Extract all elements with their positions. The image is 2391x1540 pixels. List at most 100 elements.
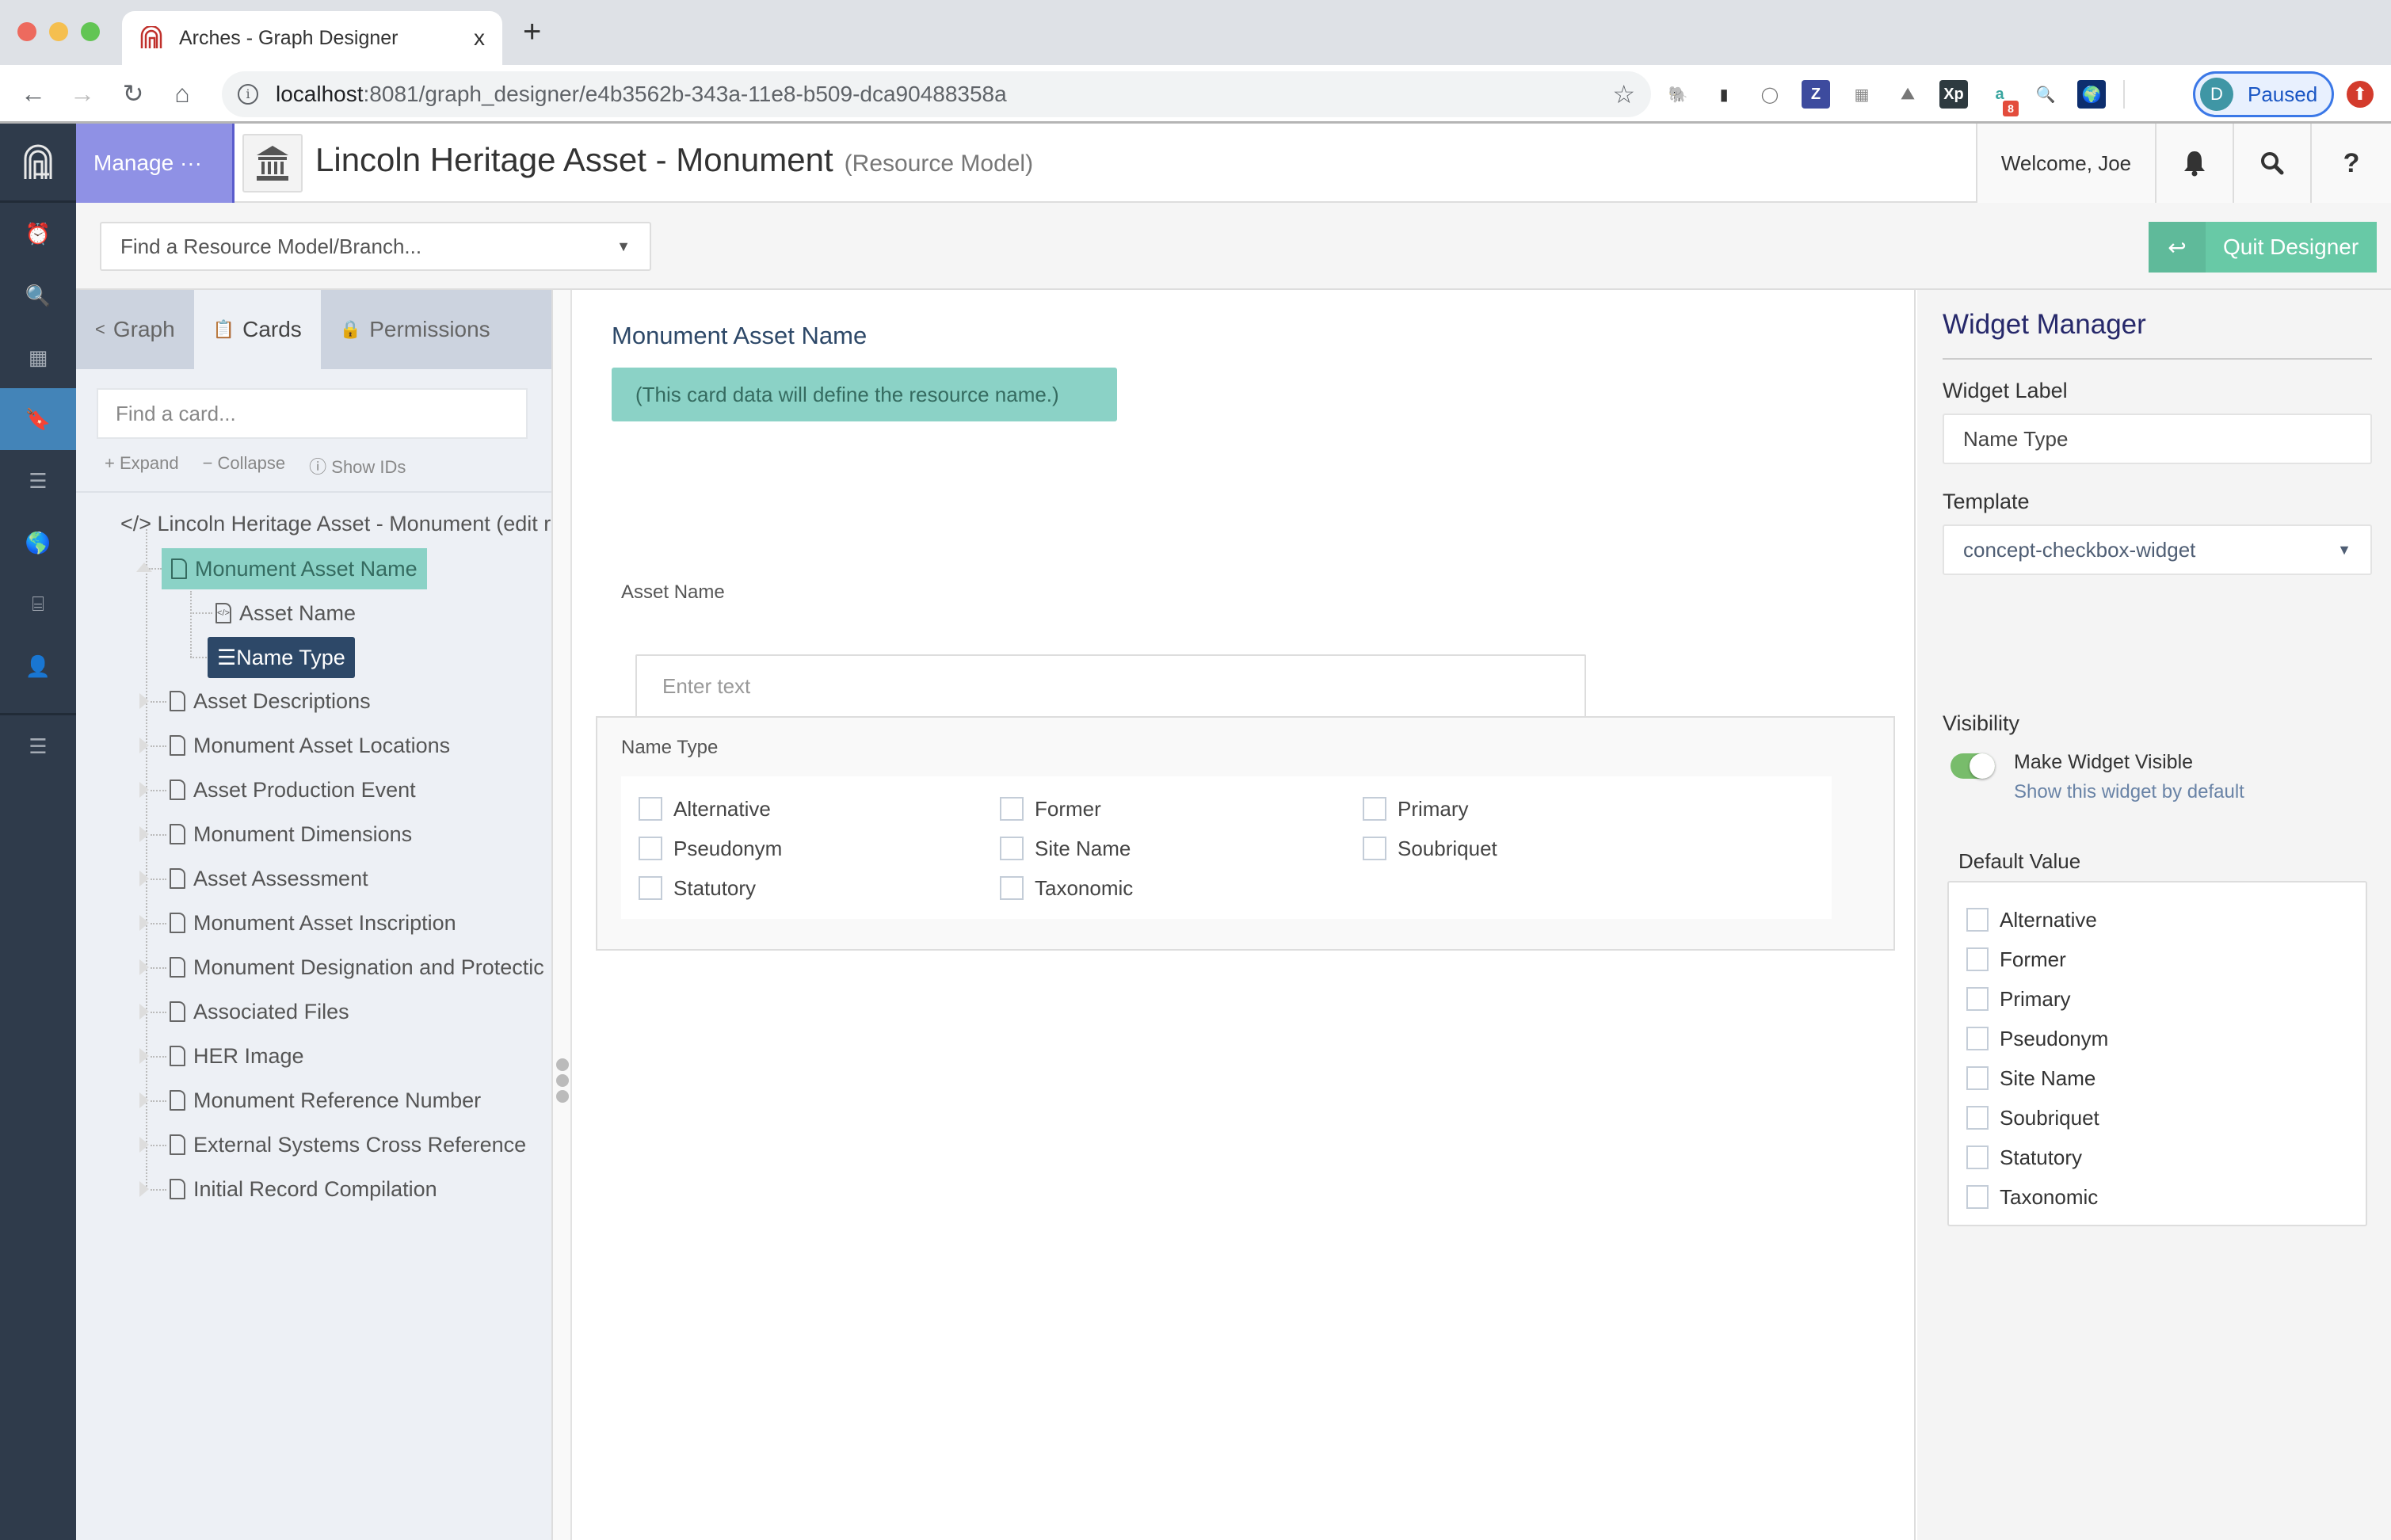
site-info-icon[interactable]: i: [238, 84, 258, 105]
close-tab-icon[interactable]: x: [474, 25, 485, 51]
tree-node-card[interactable]: Asset Assessment: [170, 859, 368, 898]
default-checkbox-former[interactable]: Former: [1966, 940, 2366, 979]
tree-node-card[interactable]: Asset Descriptions: [170, 681, 371, 721]
tab-permissions[interactable]: 🔒 Permissions: [321, 290, 509, 369]
help-button[interactable]: ?: [2310, 124, 2391, 203]
tree-node-card[interactable]: Asset Production Event: [170, 770, 416, 810]
visibility-toggle[interactable]: [1951, 753, 1995, 779]
menu-lines-icon[interactable]: ☰: [0, 715, 76, 777]
checkbox-primary[interactable]: Primary: [1363, 789, 1726, 829]
checkbox-site-name[interactable]: Site Name: [1000, 829, 1363, 868]
asset-name-input[interactable]: Enter text: [635, 654, 1586, 718]
checkbox-box[interactable]: [1000, 837, 1024, 860]
tab-graph[interactable]: < Graph: [76, 290, 194, 369]
checkbox-box[interactable]: [1966, 987, 1989, 1011]
quit-designer-button[interactable]: ↩ Quit Designer: [2149, 222, 2377, 273]
checkbox-box[interactable]: [1966, 908, 1989, 932]
welcome-user-button[interactable]: Welcome, Joe: [1976, 124, 2155, 203]
expand-caret-icon[interactable]: [139, 738, 149, 753]
manage-menu-button[interactable]: Manage ···: [76, 124, 235, 203]
tree-node-widget[interactable]: </> Asset Name: [215, 593, 356, 634]
left-nav-item-clock[interactable]: ⏰: [0, 203, 76, 265]
name-type-widget[interactable]: Name Type Alternative Former Primary Pseudo…: [596, 716, 1895, 951]
tree-node-card[interactable]: Initial Record Compilation: [170, 1169, 437, 1209]
checkbox-box[interactable]: [1966, 1185, 1989, 1209]
tree-node-selected-widget[interactable]: ☰ Name Type: [208, 637, 355, 678]
tree-node-card[interactable]: Monument Reference Number: [170, 1081, 481, 1120]
checkbox-box[interactable]: [1966, 947, 1989, 971]
tree-node-card[interactable]: Monument Asset Inscription: [170, 903, 456, 943]
left-nav-item-search[interactable]: 🔍: [0, 265, 76, 326]
tree-node-selected-card[interactable]: Monument Asset Name: [162, 548, 427, 589]
expand-caret-icon[interactable]: [139, 782, 149, 798]
back-arrow-icon[interactable]: ←: [17, 78, 49, 109]
profile-button[interactable]: D Paused: [2193, 71, 2334, 117]
checkbox-former[interactable]: Former: [1000, 789, 1363, 829]
template-select[interactable]: concept-checkbox-widget ▼: [1943, 524, 2372, 575]
bookmark-star-icon[interactable]: ☆: [1612, 79, 1635, 109]
default-checkbox-taxonomic[interactable]: Taxonomic: [1966, 1177, 2366, 1217]
checkbox-box[interactable]: [1363, 797, 1386, 821]
checkbox-pseudonym[interactable]: Pseudonym: [639, 829, 1000, 868]
default-checkbox-site-name[interactable]: Site Name: [1966, 1058, 2366, 1098]
expand-caret-icon[interactable]: [139, 1137, 149, 1153]
default-checkbox-alternative[interactable]: Alternative: [1966, 900, 2366, 940]
left-nav-item-ticket[interactable]: ⌸: [0, 574, 76, 635]
panel-resize-handle[interactable]: [555, 1058, 570, 1114]
default-checkbox-primary[interactable]: Primary: [1966, 979, 2366, 1019]
a-extension-icon[interactable]: a8: [1985, 80, 2019, 116]
left-nav-item-bookmark[interactable]: 🔖: [0, 388, 76, 450]
maximize-window-button[interactable]: [81, 22, 100, 41]
tree-node-card[interactable]: Monument Asset Locations: [170, 726, 450, 765]
address-bar[interactable]: i localhost:8081/graph_designer/e4b3562b…: [222, 71, 1651, 117]
collapse-caret-icon[interactable]: [136, 562, 152, 572]
globe-extension-icon[interactable]: 🌍: [2077, 80, 2106, 109]
collapse-button[interactable]: − Collapse: [203, 453, 286, 478]
close-window-button[interactable]: [17, 22, 36, 41]
checkbox-box[interactable]: [1966, 1027, 1989, 1050]
resource-model-select[interactable]: Find a Resource Model/Branch... ▼: [100, 222, 651, 271]
tree-node-card[interactable]: Associated Files: [170, 992, 349, 1031]
checkbox-statutory[interactable]: Statutory: [639, 868, 1000, 908]
xp-icon[interactable]: Xp: [1939, 80, 1968, 109]
expand-caret-icon[interactable]: [139, 871, 149, 886]
default-checkbox-statutory[interactable]: Statutory: [1966, 1138, 2366, 1177]
header-search-button[interactable]: [2233, 124, 2310, 203]
expand-caret-icon[interactable]: [139, 1004, 149, 1020]
expand-caret-icon[interactable]: [139, 1181, 149, 1197]
checkbox-taxonomic[interactable]: Taxonomic: [1000, 868, 1363, 908]
checkbox-box[interactable]: [1966, 1066, 1989, 1090]
checkbox-box[interactable]: [639, 837, 662, 860]
tree-node-card[interactable]: Monument Dimensions: [170, 814, 412, 854]
widget-label-input[interactable]: Name Type: [1943, 414, 2372, 464]
expand-caret-icon[interactable]: [139, 1092, 149, 1108]
tree-root-node[interactable]: </> Lincoln Heritage Asset - Monument (e…: [120, 504, 551, 543]
expand-caret-icon[interactable]: [139, 826, 149, 842]
expand-caret-icon[interactable]: [139, 915, 149, 931]
left-nav-item-server[interactable]: ☰: [0, 450, 76, 512]
update-arrow-icon[interactable]: ⬆: [2347, 81, 2374, 108]
checkbox-alternative[interactable]: Alternative: [639, 789, 1000, 829]
reload-icon[interactable]: ↻: [117, 78, 149, 109]
checkbox-box[interactable]: [1000, 797, 1024, 821]
tree-node-card[interactable]: HER Image: [170, 1036, 304, 1076]
find-card-input[interactable]: Find a card...: [97, 388, 528, 439]
forward-arrow-icon[interactable]: →: [67, 78, 98, 109]
expand-button[interactable]: + Expand: [105, 453, 179, 478]
checkbox-box[interactable]: [639, 876, 662, 900]
grid-extension-icon[interactable]: ▦: [1848, 80, 1876, 109]
checkbox-box[interactable]: [1966, 1145, 1989, 1169]
tab-cards[interactable]: 📋 Cards: [193, 290, 321, 369]
minimize-window-button[interactable]: [49, 22, 68, 41]
checkbox-box[interactable]: [1363, 837, 1386, 860]
checkbox-soubriquet[interactable]: Soubriquet: [1363, 829, 1726, 868]
left-nav-item-globe[interactable]: 🌎: [0, 512, 76, 574]
default-checkbox-soubriquet[interactable]: Soubriquet: [1966, 1098, 2366, 1138]
notifications-button[interactable]: [2155, 124, 2233, 203]
expand-caret-icon[interactable]: [139, 959, 149, 975]
arches-logo[interactable]: [0, 124, 76, 203]
browser-tab[interactable]: Arches - Graph Designer x: [122, 11, 502, 65]
checkbox-box[interactable]: [1966, 1106, 1989, 1130]
show-ids-button[interactable]: ⓘ Show IDs: [309, 453, 406, 478]
left-nav-item-building[interactable]: ▦: [0, 326, 76, 388]
